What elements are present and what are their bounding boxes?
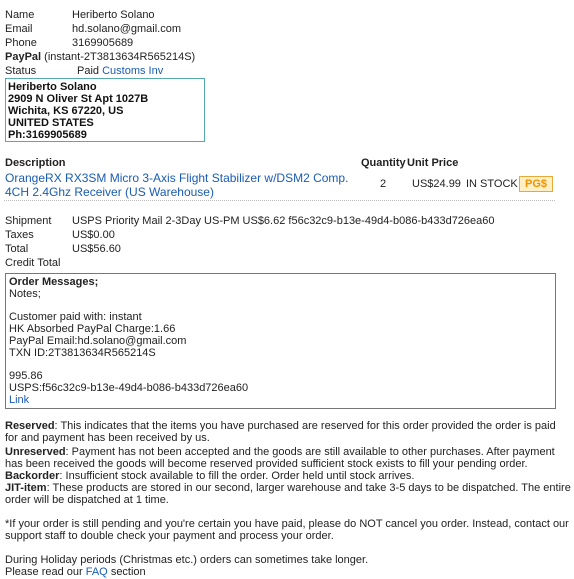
item-price: US$24.99	[412, 178, 461, 190]
reserved-info: Reserved: This indicates that the items …	[5, 420, 571, 444]
paypal-label: PayPal	[5, 51, 42, 63]
jit-text: : These products are stored in our secon…	[5, 482, 571, 506]
customer-name: Heriberto Solano	[72, 9, 155, 21]
notes-line: Notes;	[9, 288, 41, 300]
unreserved-term: Unreserved	[5, 446, 66, 458]
shipping-address-box: Heriberto Solano 2909 N Oliver St Apt 10…	[5, 78, 205, 142]
backorder-term: Backorder	[5, 470, 60, 482]
holiday-note: During Holiday periods (Christmas etc.) …	[5, 554, 369, 566]
total-label: Total	[5, 243, 29, 255]
unit-price-header: Unit Price	[407, 157, 459, 169]
item-divider	[4, 200, 555, 201]
reserved-term: Reserved	[5, 420, 55, 432]
customer-email: hd.solano@gmail.com	[72, 23, 181, 35]
address-country: UNITED STATES	[8, 117, 94, 129]
email-label: Email	[5, 23, 33, 35]
description-header: Description	[5, 157, 66, 169]
unreserved-info: Unreserved: Payment has not been accepte…	[5, 446, 571, 470]
item-name-link[interactable]: OrangeRX RX3SM Micro 3-Axis Flight Stabi…	[5, 171, 348, 199]
total-value: US$56.60	[72, 243, 121, 255]
customer-phone: 3169905689	[72, 37, 134, 49]
taxes-label: Taxes	[5, 229, 34, 241]
jit-info: JIT-item: These products are stored in o…	[5, 482, 571, 506]
address-phone: Ph:3169905689	[8, 129, 87, 141]
faq-link[interactable]: FAQ	[86, 566, 108, 578]
address-name: Heriberto Solano	[8, 81, 97, 93]
jit-term: JIT-item	[5, 482, 47, 494]
phone-label: Phone	[5, 37, 37, 49]
backorder-text: : Insufficient stock available to fill t…	[59, 470, 415, 482]
order-messages-box: Order Messages; Notes; Customer paid wit…	[5, 273, 556, 409]
paypal-row: PayPal (instant-2T3813634R565214S)	[5, 51, 195, 64]
paypal-transaction: (instant-2T3813634R565214S)	[44, 51, 196, 63]
status-row: Paid Customs Inv	[77, 65, 163, 78]
status-value: Paid	[77, 65, 100, 77]
pending-note: *If your order is still pending and you'…	[5, 518, 569, 542]
tracking-link[interactable]: Link	[9, 394, 29, 406]
customs-inv-link[interactable]: Customs Inv	[102, 65, 163, 77]
taxes-value: US$0.00	[72, 229, 115, 241]
backorder-info: Backorder: Insufficient stock available …	[5, 470, 571, 482]
quantity-header: Quantity	[361, 157, 406, 169]
faq-line: Please read our FAQ section	[5, 566, 571, 578]
order-messages-title: Order Messages;	[9, 276, 99, 288]
hk-charge-line: HK Absorbed PayPal Charge:1.66	[9, 323, 176, 335]
item-name-line2[interactable]: 4CH 2.4Ghz Receiver (US Warehouse)	[5, 185, 214, 199]
reserved-text: : This indicates that the items you have…	[5, 420, 556, 444]
shipment-label: Shipment	[5, 215, 52, 227]
item-name-line1[interactable]: OrangeRX RX3SM Micro 3-Axis Flight Stabi…	[5, 171, 348, 185]
status-label: Status	[5, 65, 37, 77]
txn-id-line: TXN ID:2T3813634R565214S	[9, 347, 156, 359]
unreserved-text: : Payment has not been accepted and the …	[5, 446, 555, 470]
paypal-email-line: PayPal Email:hd.solano@gmail.com	[9, 335, 187, 347]
item-stock-status: IN STOCK	[466, 178, 518, 190]
address-city: Wichita, KS 67220, US	[8, 105, 124, 117]
shipment-value: USPS Priority Mail 2-3Day US-PM US$6.62 …	[72, 215, 495, 227]
faq-suffix: section	[110, 566, 146, 578]
name-label: Name	[5, 9, 35, 21]
item-quantity: 2	[380, 178, 387, 190]
faq-prefix: Please read our	[5, 566, 83, 578]
pgs-badge[interactable]: PG$	[519, 176, 553, 192]
credit-total-label: Credit Total	[5, 257, 61, 269]
amount-line: 995.86	[9, 370, 43, 382]
paid-with-line: Customer paid with: instant	[9, 311, 142, 323]
address-street: 2909 N Oliver St Apt 1027B	[8, 93, 149, 105]
usps-line: USPS:f56c32c9-b13e-49d4-b086-b433d726ea6…	[9, 382, 249, 394]
